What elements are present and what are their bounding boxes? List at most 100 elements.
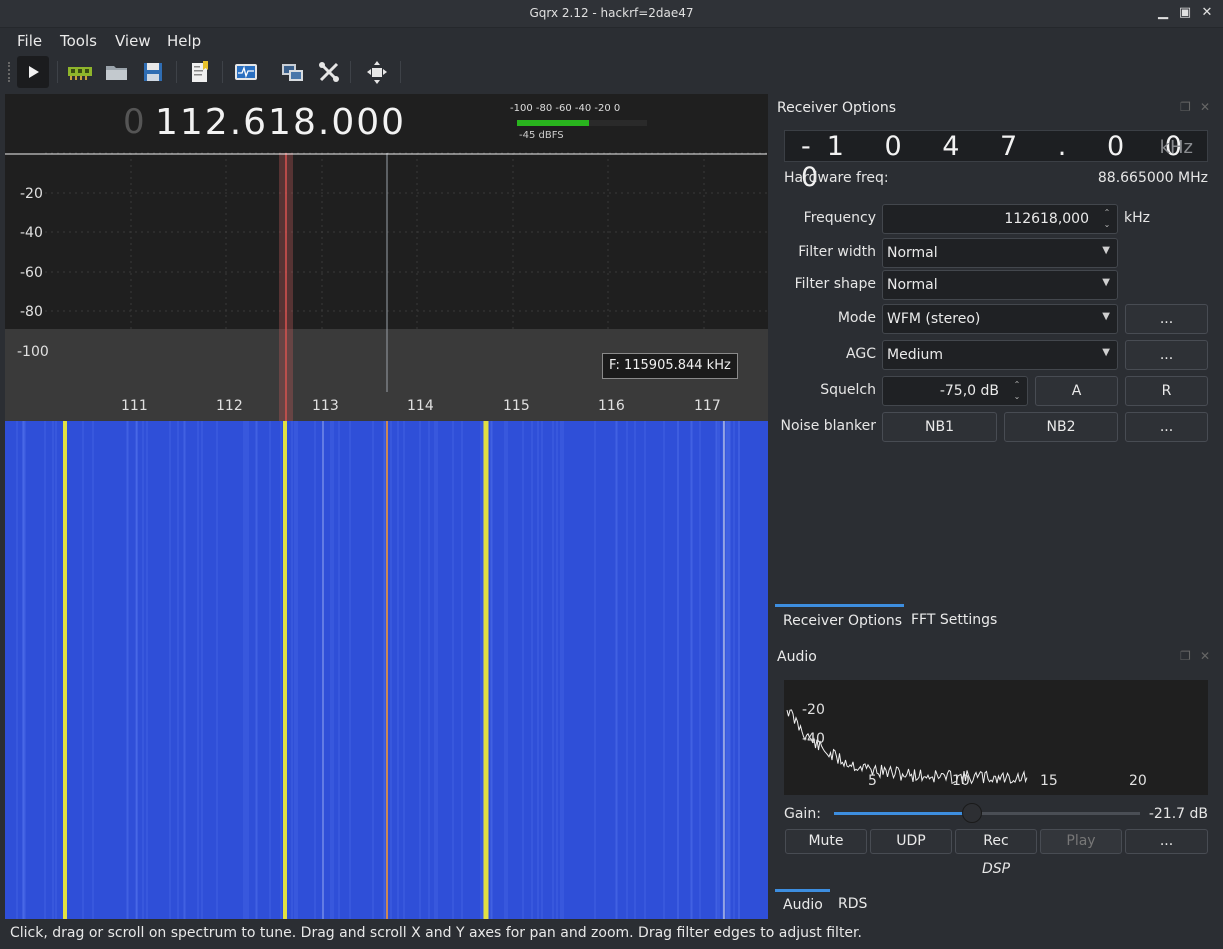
spectrum-plot[interactable]: 0 112.618.000 -100 -80 -60 -40 -20 0 -45… xyxy=(5,94,768,421)
minimize-icon[interactable]: ▁ xyxy=(1156,6,1170,20)
tab-audio[interactable]: Audio xyxy=(783,897,823,913)
x-axis-label: 115 xyxy=(503,398,530,414)
nb1-button[interactable]: NB1 xyxy=(882,412,997,442)
filter-shape-select[interactable]: Normal ▼ xyxy=(882,270,1118,300)
close-icon[interactable]: ✕ xyxy=(1200,6,1214,20)
agc-select[interactable]: Medium ▼ xyxy=(882,340,1118,370)
gain-label: Gain: xyxy=(784,806,821,822)
audio-options-button[interactable]: ... xyxy=(1125,829,1208,854)
menu-file[interactable]: File xyxy=(17,32,42,50)
x-axis-label: 116 xyxy=(598,398,625,414)
chevron-down-icon: ▼ xyxy=(1102,277,1110,288)
menu-help[interactable]: Help xyxy=(167,32,201,50)
tab-receiver-options[interactable]: Receiver Options xyxy=(783,613,902,629)
frequency-tooltip: F: 115905.844 kHz xyxy=(602,353,738,379)
offset-unit: kHz xyxy=(1159,137,1193,158)
menu-tools[interactable]: Tools xyxy=(60,32,97,50)
signal-trace xyxy=(283,421,287,919)
udp-button[interactable]: UDP xyxy=(870,829,952,854)
frequency-spin-icon[interactable]: ⌃ ⌄ xyxy=(1100,207,1114,231)
x-axis-label: 112 xyxy=(216,398,243,414)
gain-slider-handle[interactable] xyxy=(962,803,982,823)
y-axis-label: -60 xyxy=(20,265,43,281)
bookmark-button[interactable] xyxy=(184,56,216,88)
receiver-dock: Receiver Options ❐ ✕ -1 0 4 7 . 0 0 0 kH… xyxy=(772,94,1223,919)
receiver-options-title: Receiver Options xyxy=(777,100,897,116)
tab-fft-settings[interactable]: FFT Settings xyxy=(911,612,997,628)
mode-select[interactable]: WFM (stereo) ▼ xyxy=(882,304,1118,334)
filter-shape-value: Normal xyxy=(887,277,938,293)
offset-frequency-display[interactable]: -1 0 4 7 . 0 0 0 kHz xyxy=(784,130,1208,193)
undock-icon[interactable]: ❐ xyxy=(1180,101,1192,113)
toolbar-separator xyxy=(400,61,401,83)
toolbar-separator xyxy=(350,61,351,83)
waterfall-image xyxy=(16,421,740,919)
x-axis-label: 117 xyxy=(694,398,721,414)
frequency-leading-digit: 0 xyxy=(123,102,145,142)
mute-button[interactable]: Mute xyxy=(785,829,867,854)
save-button[interactable] xyxy=(137,56,169,88)
menu-bar: File Tools View Help xyxy=(0,28,1223,54)
squelch-reset-button[interactable]: R xyxy=(1125,376,1208,406)
audio-title: Audio xyxy=(777,649,817,665)
remote-icon xyxy=(282,64,303,81)
signal-trace xyxy=(483,421,489,919)
remote-button[interactable] xyxy=(277,56,309,88)
audio-y-label: -40 xyxy=(802,731,825,747)
save-icon xyxy=(144,63,162,81)
noise-blanker-options-button[interactable]: ... xyxy=(1125,412,1208,442)
toolbar-handle[interactable] xyxy=(8,62,11,82)
open-icon xyxy=(106,66,127,80)
audio-fft-plot[interactable]: -20 -40 5 10 15 20 xyxy=(784,680,1208,795)
bookmark-icon xyxy=(192,61,208,82)
fullscreen-button[interactable] xyxy=(361,56,393,88)
status-text: Click, drag or scroll on spectrum to tun… xyxy=(10,925,862,941)
status-bar: Click, drag or scroll on spectrum to tun… xyxy=(0,919,1223,949)
filter-width-select[interactable]: Normal ▼ xyxy=(882,238,1118,268)
play-audio-button[interactable]: Play xyxy=(1040,829,1122,854)
close-dock-icon[interactable]: ✕ xyxy=(1200,101,1212,113)
open-button[interactable] xyxy=(101,56,133,88)
maximize-icon[interactable]: ▣ xyxy=(1178,6,1192,20)
device-button[interactable] xyxy=(64,56,96,88)
smeter-scale: -100 -80 -60 -40 -20 0 xyxy=(510,103,621,114)
active-tab-indicator xyxy=(775,889,830,892)
smeter-level xyxy=(517,120,589,126)
y-axis-label: -20 xyxy=(20,186,43,202)
y-axis-label: -100 xyxy=(17,344,49,360)
squelch-input[interactable]: -75,0 dB ⌃ ⌄ xyxy=(882,376,1028,406)
audio-x-label: 10 xyxy=(952,773,970,789)
waterfall-display[interactable] xyxy=(5,421,768,919)
mode-options-button[interactable]: ... xyxy=(1125,304,1208,334)
gain-slider[interactable] xyxy=(834,803,1140,823)
nb2-button[interactable]: NB2 xyxy=(1004,412,1118,442)
menu-view[interactable]: View xyxy=(115,32,151,50)
undock-icon[interactable]: ❐ xyxy=(1180,650,1192,662)
chevron-down-icon: ▼ xyxy=(1102,347,1110,358)
device-icon xyxy=(68,67,92,80)
settings-button[interactable] xyxy=(313,56,345,88)
toolbar-separator xyxy=(57,61,58,83)
display-button[interactable] xyxy=(230,56,262,88)
filter-shape-label: Filter shape xyxy=(794,276,876,292)
squelch-spin-icon[interactable]: ⌃ ⌄ xyxy=(1010,379,1024,403)
center-frequency: 112.618.000 xyxy=(155,102,407,143)
close-dock-icon[interactable]: ✕ xyxy=(1200,650,1212,662)
x-axis-label: 113 xyxy=(312,398,339,414)
frequency-input[interactable]: 112618,000 ⌃ ⌄ xyxy=(882,204,1118,234)
squelch-value: -75,0 dB xyxy=(939,383,999,399)
display-icon xyxy=(235,64,257,80)
settings-icon xyxy=(319,62,339,82)
dsp-label: DSP xyxy=(982,861,1011,877)
audio-x-label: 5 xyxy=(868,773,877,789)
agc-options-button[interactable]: ... xyxy=(1125,340,1208,370)
play-button[interactable] xyxy=(17,56,49,88)
x-axis-label: 114 xyxy=(407,398,434,414)
rec-button[interactable]: Rec xyxy=(955,829,1037,854)
audio-x-label: 20 xyxy=(1129,773,1147,789)
noise-blanker-label: Noise blanker xyxy=(780,418,877,434)
x-axis-label: 111 xyxy=(121,398,148,414)
tab-rds[interactable]: RDS xyxy=(838,896,867,912)
squelch-auto-button[interactable]: A xyxy=(1035,376,1118,406)
window-title: Gqrx 2.12 - hackrf=2dae47 xyxy=(529,6,694,20)
